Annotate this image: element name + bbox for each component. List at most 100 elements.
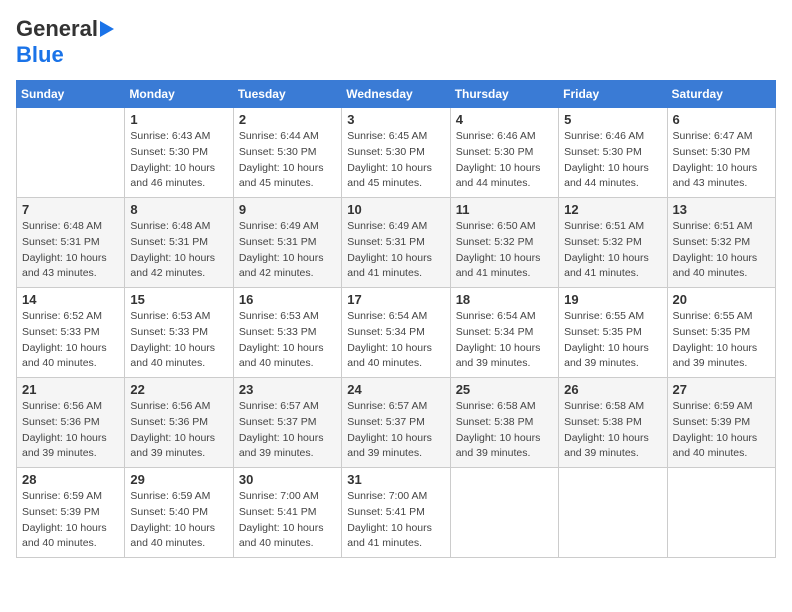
day-info: Sunrise: 6:51 AM Sunset: 5:32 PM Dayligh… xyxy=(673,219,770,282)
day-info: Sunrise: 6:43 AM Sunset: 5:30 PM Dayligh… xyxy=(130,129,227,192)
day-cell: 1 Sunrise: 6:43 AM Sunset: 5:30 PM Daylig… xyxy=(125,108,233,198)
logo-arrow-icon xyxy=(100,21,114,37)
day-cell: 14 Sunrise: 6:52 AM Sunset: 5:33 PM Dayli… xyxy=(17,288,125,378)
day-cell xyxy=(559,468,667,558)
calendar: SundayMondayTuesdayWednesdayThursdayFrid… xyxy=(16,80,776,558)
day-number: 4 xyxy=(456,112,553,127)
day-info: Sunrise: 6:55 AM Sunset: 5:35 PM Dayligh… xyxy=(564,309,661,372)
day-info: Sunrise: 6:53 AM Sunset: 5:33 PM Dayligh… xyxy=(130,309,227,372)
day-info: Sunrise: 6:46 AM Sunset: 5:30 PM Dayligh… xyxy=(456,129,553,192)
day-number: 16 xyxy=(239,292,336,307)
day-info: Sunrise: 6:50 AM Sunset: 5:32 PM Dayligh… xyxy=(456,219,553,282)
day-number: 3 xyxy=(347,112,444,127)
week-row-4: 21 Sunrise: 6:56 AM Sunset: 5:36 PM Dayli… xyxy=(17,378,776,468)
day-cell: 8 Sunrise: 6:48 AM Sunset: 5:31 PM Daylig… xyxy=(125,198,233,288)
day-cell: 31 Sunrise: 7:00 AM Sunset: 5:41 PM Dayli… xyxy=(342,468,450,558)
day-number: 20 xyxy=(673,292,770,307)
day-number: 8 xyxy=(130,202,227,217)
day-info: Sunrise: 6:49 AM Sunset: 5:31 PM Dayligh… xyxy=(347,219,444,282)
week-row-3: 14 Sunrise: 6:52 AM Sunset: 5:33 PM Dayli… xyxy=(17,288,776,378)
day-number: 12 xyxy=(564,202,661,217)
day-info: Sunrise: 6:47 AM Sunset: 5:30 PM Dayligh… xyxy=(673,129,770,192)
day-info: Sunrise: 6:48 AM Sunset: 5:31 PM Dayligh… xyxy=(130,219,227,282)
day-number: 23 xyxy=(239,382,336,397)
day-number: 21 xyxy=(22,382,119,397)
week-row-5: 28Sunrise: 6:59 AM Sunset: 5:39 PM Dayli… xyxy=(17,468,776,558)
day-cell: 20 Sunrise: 6:55 AM Sunset: 5:35 PM Dayli… xyxy=(667,288,775,378)
weekday-header-monday: Monday xyxy=(125,81,233,108)
logo-blue: Blue xyxy=(16,42,64,68)
day-cell xyxy=(17,108,125,198)
day-info: Sunrise: 6:58 AM Sunset: 5:38 PM Dayligh… xyxy=(456,399,553,462)
weekday-header-saturday: Saturday xyxy=(667,81,775,108)
day-cell xyxy=(450,468,558,558)
day-number: 18 xyxy=(456,292,553,307)
day-info: Sunrise: 6:55 AM Sunset: 5:35 PM Dayligh… xyxy=(673,309,770,372)
day-number: 25 xyxy=(456,382,553,397)
day-number: 1 xyxy=(130,112,227,127)
weekday-header-sunday: Sunday xyxy=(17,81,125,108)
day-number: 29 xyxy=(130,472,227,487)
day-number: 22 xyxy=(130,382,227,397)
day-number: 2 xyxy=(239,112,336,127)
day-cell: 6 Sunrise: 6:47 AM Sunset: 5:30 PM Daylig… xyxy=(667,108,775,198)
day-number: 14 xyxy=(22,292,119,307)
day-number: 5 xyxy=(564,112,661,127)
day-info: Sunrise: 6:52 AM Sunset: 5:33 PM Dayligh… xyxy=(22,309,119,372)
day-info: Sunrise: 6:45 AM Sunset: 5:30 PM Dayligh… xyxy=(347,129,444,192)
day-info: Sunrise: 6:51 AM Sunset: 5:32 PM Dayligh… xyxy=(564,219,661,282)
day-cell: 4 Sunrise: 6:46 AM Sunset: 5:30 PM Daylig… xyxy=(450,108,558,198)
day-cell: 3 Sunrise: 6:45 AM Sunset: 5:30 PM Daylig… xyxy=(342,108,450,198)
day-cell: 18Sunrise: 6:54 AM Sunset: 5:34 PM Dayli… xyxy=(450,288,558,378)
day-cell: 13 Sunrise: 6:51 AM Sunset: 5:32 PM Dayli… xyxy=(667,198,775,288)
day-cell: 30Sunrise: 7:00 AM Sunset: 5:41 PM Dayli… xyxy=(233,468,341,558)
day-number: 13 xyxy=(673,202,770,217)
day-cell: 10Sunrise: 6:49 AM Sunset: 5:31 PM Dayli… xyxy=(342,198,450,288)
day-number: 15 xyxy=(130,292,227,307)
day-cell: 23 Sunrise: 6:57 AM Sunset: 5:37 PM Dayli… xyxy=(233,378,341,468)
logo: General Blue xyxy=(16,16,114,68)
day-info: Sunrise: 7:00 AM Sunset: 5:41 PM Dayligh… xyxy=(347,489,444,552)
day-cell: 17 Sunrise: 6:54 AM Sunset: 5:34 PM Dayli… xyxy=(342,288,450,378)
day-cell: 5 Sunrise: 6:46 AM Sunset: 5:30 PM Daylig… xyxy=(559,108,667,198)
day-info: Sunrise: 6:56 AM Sunset: 5:36 PM Dayligh… xyxy=(130,399,227,462)
day-cell: 12 Sunrise: 6:51 AM Sunset: 5:32 PM Dayli… xyxy=(559,198,667,288)
day-number: 28 xyxy=(22,472,119,487)
day-info: Sunrise: 6:56 AM Sunset: 5:36 PM Dayligh… xyxy=(22,399,119,462)
day-number: 6 xyxy=(673,112,770,127)
day-info: Sunrise: 6:59 AM Sunset: 5:39 PM Dayligh… xyxy=(673,399,770,462)
weekday-header-tuesday: Tuesday xyxy=(233,81,341,108)
logo-general: General xyxy=(16,16,98,42)
day-cell: 22 Sunrise: 6:56 AM Sunset: 5:36 PM Dayli… xyxy=(125,378,233,468)
day-number: 27 xyxy=(673,382,770,397)
day-info: Sunrise: 6:57 AM Sunset: 5:37 PM Dayligh… xyxy=(239,399,336,462)
day-number: 24 xyxy=(347,382,444,397)
day-cell: 21 Sunrise: 6:56 AM Sunset: 5:36 PM Dayli… xyxy=(17,378,125,468)
day-number: 9 xyxy=(239,202,336,217)
day-cell xyxy=(667,468,775,558)
day-number: 17 xyxy=(347,292,444,307)
day-info: Sunrise: 6:46 AM Sunset: 5:30 PM Dayligh… xyxy=(564,129,661,192)
day-number: 19 xyxy=(564,292,661,307)
weekday-header-wednesday: Wednesday xyxy=(342,81,450,108)
day-info: Sunrise: 6:57 AM Sunset: 5:37 PM Dayligh… xyxy=(347,399,444,462)
day-info: Sunrise: 6:54 AM Sunset: 5:34 PM Dayligh… xyxy=(347,309,444,372)
day-info: Sunrise: 6:53 AM Sunset: 5:33 PM Dayligh… xyxy=(239,309,336,372)
day-cell: 11Sunrise: 6:50 AM Sunset: 5:32 PM Dayli… xyxy=(450,198,558,288)
day-cell: 2Sunrise: 6:44 AM Sunset: 5:30 PM Daylig… xyxy=(233,108,341,198)
day-number: 7 xyxy=(22,202,119,217)
day-cell: 26Sunrise: 6:58 AM Sunset: 5:38 PM Dayli… xyxy=(559,378,667,468)
day-cell: 28Sunrise: 6:59 AM Sunset: 5:39 PM Dayli… xyxy=(17,468,125,558)
weekday-header-friday: Friday xyxy=(559,81,667,108)
weekday-header-thursday: Thursday xyxy=(450,81,558,108)
header: General Blue xyxy=(16,16,776,68)
week-row-1: 1 Sunrise: 6:43 AM Sunset: 5:30 PM Daylig… xyxy=(17,108,776,198)
day-cell: 9Sunrise: 6:49 AM Sunset: 5:31 PM Daylig… xyxy=(233,198,341,288)
day-info: Sunrise: 6:58 AM Sunset: 5:38 PM Dayligh… xyxy=(564,399,661,462)
day-cell: 24 Sunrise: 6:57 AM Sunset: 5:37 PM Dayli… xyxy=(342,378,450,468)
day-number: 30 xyxy=(239,472,336,487)
week-row-2: 7 Sunrise: 6:48 AM Sunset: 5:31 PM Daylig… xyxy=(17,198,776,288)
day-cell: 25 Sunrise: 6:58 AM Sunset: 5:38 PM Dayli… xyxy=(450,378,558,468)
day-number: 31 xyxy=(347,472,444,487)
day-cell: 15 Sunrise: 6:53 AM Sunset: 5:33 PM Dayli… xyxy=(125,288,233,378)
